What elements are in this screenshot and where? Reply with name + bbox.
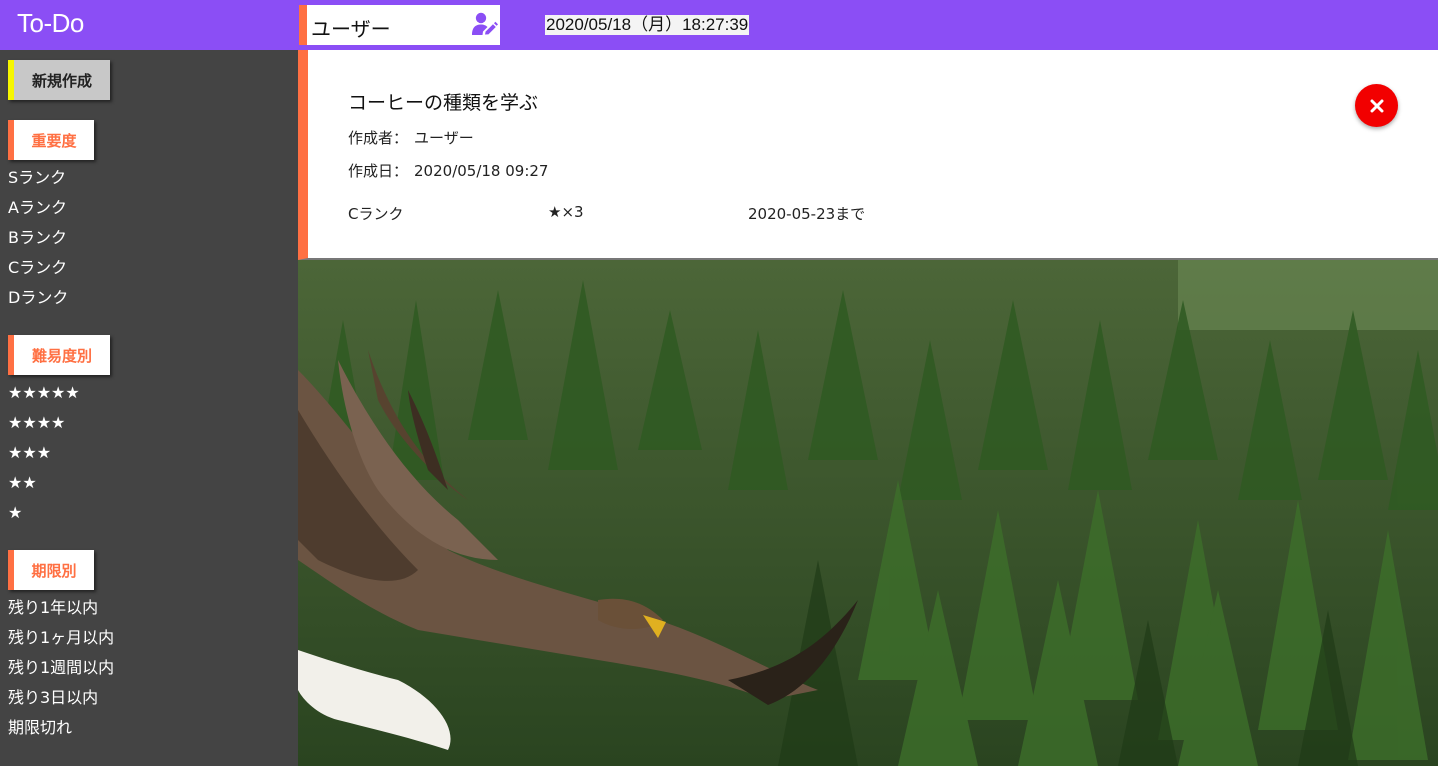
author-row: 作成者： ユーザー [348, 127, 480, 148]
filter-difficulty-4[interactable]: ★★★★ [8, 413, 65, 433]
header-bar: To-Do ユーザー 2020/05/18（月）18:27:39 [0, 0, 1438, 50]
close-icon [1370, 99, 1383, 112]
author-value: ユーザー [414, 129, 474, 147]
background-photo [298, 260, 1438, 766]
todo-title: コーヒーの種類を学ぶ [348, 92, 539, 114]
user-name: ユーザー [311, 19, 391, 41]
filter-rank-c[interactable]: Cランク [8, 258, 67, 278]
filter-rank-b[interactable]: Bランク [8, 228, 67, 248]
author-label: 作成者： [348, 129, 409, 147]
app-title: To-Do [17, 8, 84, 38]
main-content: コーヒーの種類を学ぶ 作成者： ユーザー 作成日： 2020/05/18 09:27… [298, 50, 1438, 766]
filter-rank-s[interactable]: Sランク [8, 168, 66, 188]
new-todo-button[interactable]: 新規作成 [8, 60, 110, 100]
filter-deadline-year[interactable]: 残り1年以内 [8, 598, 98, 618]
user-edit-icon[interactable] [472, 12, 498, 36]
close-button[interactable] [1355, 84, 1398, 127]
filter-deadline-expired[interactable]: 期限切れ [8, 718, 72, 738]
todo-difficulty: ★×3 [548, 203, 584, 221]
todo-deadline: 2020-05-23まで [748, 205, 866, 223]
created-row: 作成日： 2020/05/18 09:27 [348, 160, 554, 181]
filter-deadline-month[interactable]: 残り1ヶ月以内 [8, 628, 114, 648]
created-label: 作成日： [348, 162, 409, 180]
filter-deadline-3days[interactable]: 残り3日以内 [8, 688, 98, 708]
todo-detail-card: コーヒーの種類を学ぶ 作成者： ユーザー 作成日： 2020/05/18 09:27… [298, 50, 1438, 260]
difficulty-heading: 難易度別 [8, 335, 110, 375]
current-datetime: 2020/05/18（月）18:27:39 [545, 15, 750, 35]
filter-difficulty-1[interactable]: ★ [8, 503, 22, 523]
importance-heading: 重要度 [8, 120, 94, 160]
filter-difficulty-3[interactable]: ★★★ [8, 443, 51, 463]
todo-rank: Cランク [348, 205, 404, 223]
created-value: 2020/05/18 09:27 [414, 162, 549, 180]
filter-rank-a[interactable]: Aランク [8, 198, 67, 218]
filter-difficulty-2[interactable]: ★★ [8, 473, 37, 493]
filter-deadline-week[interactable]: 残り1週間以内 [8, 658, 114, 678]
deadline-heading: 期限別 [8, 550, 94, 590]
filter-rank-d[interactable]: Dランク [8, 288, 68, 308]
filter-difficulty-5[interactable]: ★★★★★ [8, 383, 80, 403]
sidebar: 新規作成 重要度 Sランク Aランク Bランク Cランク Dランク 難易度別 ★… [0, 50, 298, 766]
user-box[interactable]: ユーザー [299, 5, 500, 45]
eagle-forest-image [298, 260, 1438, 766]
